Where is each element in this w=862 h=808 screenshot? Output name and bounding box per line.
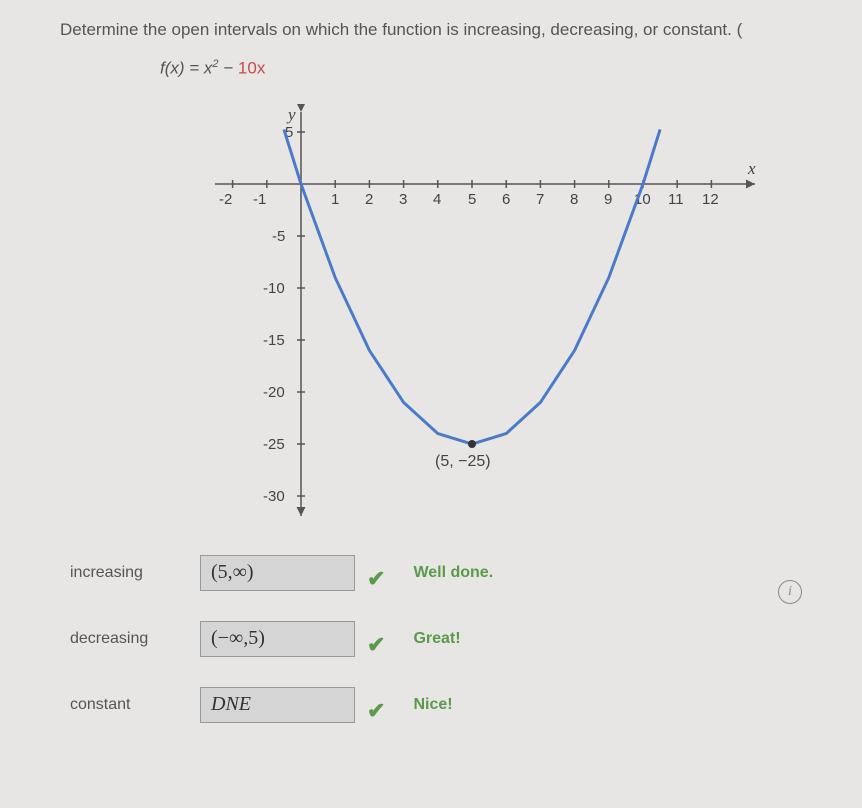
svg-text:3: 3 xyxy=(399,191,407,208)
feedback-text: Well done. xyxy=(413,564,493,582)
svg-text:-1: -1 xyxy=(253,191,266,208)
svg-text:6: 6 xyxy=(502,191,510,208)
answer-row-increasing: increasing (5,∞) ✔ Well done. xyxy=(70,554,832,592)
answer-label: decreasing xyxy=(70,630,200,648)
answer-label: constant xyxy=(70,696,200,714)
question-text: Determine the open intervals on which th… xyxy=(60,20,832,40)
feedback-text: Great! xyxy=(413,630,460,648)
vertex-point xyxy=(468,440,476,448)
svg-text:-10: -10 xyxy=(263,280,285,297)
svg-text:-2: -2 xyxy=(219,191,232,208)
svg-text:5: 5 xyxy=(468,191,476,208)
vertex-label: (5, −25) xyxy=(435,453,491,470)
svg-text:-30: -30 xyxy=(263,488,285,505)
check-icon: ✔ xyxy=(367,632,385,658)
svg-text:-5: -5 xyxy=(272,228,285,245)
function-minus: − xyxy=(219,59,238,78)
check-icon: ✔ xyxy=(367,566,385,592)
svg-text:11: 11 xyxy=(668,191,684,208)
answers-section: increasing (5,∞) ✔ Well done. decreasing… xyxy=(70,554,832,724)
answer-input-increasing[interactable]: (5,∞) xyxy=(200,555,355,591)
y-axis-label: y xyxy=(286,105,296,124)
answer-input-decreasing[interactable]: (−∞,5) xyxy=(200,621,355,657)
feedback-text: Nice! xyxy=(413,696,452,714)
info-icon[interactable]: i xyxy=(778,580,802,604)
x-axis-label: x xyxy=(747,159,756,178)
svg-text:-20: -20 xyxy=(263,384,285,401)
function-lhs: f(x) = x xyxy=(160,59,212,78)
answer-label: increasing xyxy=(70,564,200,582)
svg-text:8: 8 xyxy=(570,191,578,208)
svg-text:12: 12 xyxy=(702,191,719,208)
svg-text:1: 1 xyxy=(331,191,339,208)
parabola-curve xyxy=(284,129,660,444)
answer-input-constant[interactable]: DNE xyxy=(200,687,355,723)
function-equation: f(x) = x2 − 10x xyxy=(160,58,832,79)
answer-row-decreasing: decreasing (−∞,5) ✔ Great! xyxy=(70,620,832,658)
chart-svg: y x -2 -1 1 2 3 4 5 6 7 8 9 10 11 12 5 -… xyxy=(210,104,770,524)
function-graph: y x -2 -1 1 2 3 4 5 6 7 8 9 10 11 12 5 -… xyxy=(210,104,770,524)
svg-text:4: 4 xyxy=(433,191,441,208)
svg-text:7: 7 xyxy=(536,191,544,208)
svg-text:-15: -15 xyxy=(263,332,285,349)
answer-row-constant: constant DNE ✔ Nice! xyxy=(70,686,832,724)
check-icon: ✔ xyxy=(367,698,385,724)
svg-text:9: 9 xyxy=(604,191,612,208)
svg-text:-25: -25 xyxy=(263,436,285,453)
function-term: 10x xyxy=(238,59,265,78)
svg-text:2: 2 xyxy=(365,191,373,208)
